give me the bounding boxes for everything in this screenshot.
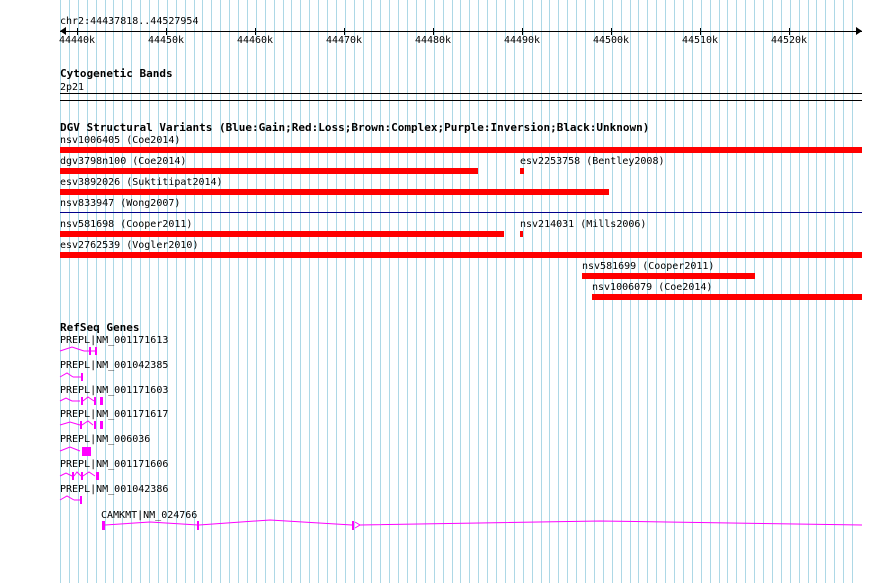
genome-browser-view: chr2:44437818..44527954 44440k 44450k 4446… [0,0,890,583]
gene-model[interactable] [59,396,103,405]
gene-model[interactable] [102,519,863,530]
gene-model[interactable] [59,495,82,504]
gene-model[interactable] [59,420,103,429]
gene-model[interactable] [59,346,97,355]
gene-model[interactable] [59,446,91,456]
gene-model[interactable] [59,471,99,480]
gene-models[interactable] [0,0,890,583]
gene-model[interactable] [59,372,83,381]
